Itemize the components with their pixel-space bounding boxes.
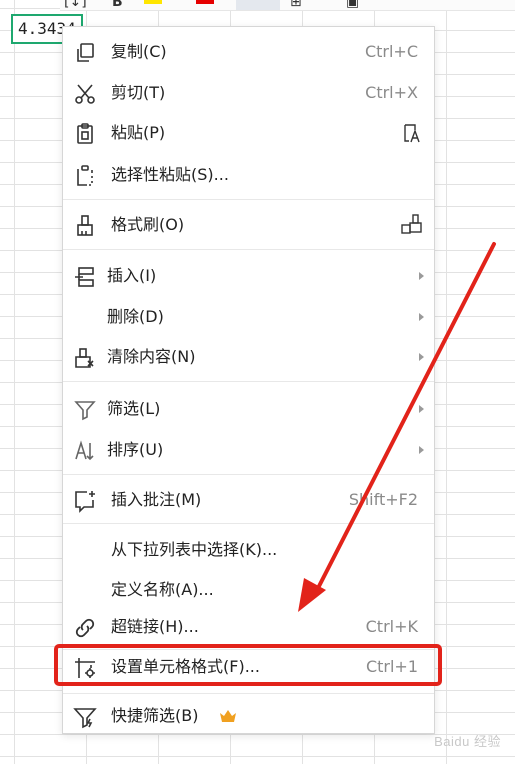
clipboard-dots-icon xyxy=(73,164,97,188)
watermark: Baidu 经验 xyxy=(434,734,501,749)
menu-item-paste-special[interactable]: 选择性粘贴(S)... xyxy=(63,155,434,195)
menu-separator xyxy=(63,381,434,382)
menu-item-shortcut: Ctrl+C xyxy=(364,42,418,61)
menu-item-paste[interactable]: 粘贴(P) xyxy=(63,113,434,153)
menu-item-shortcut: Ctrl+X xyxy=(365,83,418,102)
menu-item-pick-from-list[interactable]: 从下拉列表中选择(K)... xyxy=(63,530,434,570)
menu-separator xyxy=(63,693,434,694)
menu-item-label: 快捷筛选(B) xyxy=(111,706,199,725)
menu-item-define-name[interactable]: 定义名称(A)... xyxy=(63,570,434,610)
menu-item-label: 插入批注(M) xyxy=(111,490,202,509)
menu-item-hyperlink[interactable]: 超链接(H)... Ctrl+K xyxy=(63,607,434,647)
selection-icon[interactable]: [↕] xyxy=(64,0,87,10)
fill-dropdown[interactable] xyxy=(236,0,280,10)
bold-icon[interactable]: B xyxy=(112,0,123,10)
paste-format-icon[interactable] xyxy=(400,121,424,145)
menu-item-label: 选择性粘贴(S)... xyxy=(111,165,229,184)
eraser-icon xyxy=(73,346,97,370)
crown-icon xyxy=(219,708,237,722)
link-icon xyxy=(73,616,97,640)
menu-item-label: 设置单元格格式(F)... xyxy=(111,657,260,676)
sort-icon xyxy=(73,439,97,463)
submenu-arrow-icon xyxy=(419,353,424,361)
submenu-arrow-icon xyxy=(419,405,424,413)
merge-icon[interactable]: ▣ xyxy=(346,0,359,10)
menu-item-label: 定义名称(A)... xyxy=(111,580,214,599)
menu-item-filter[interactable]: 筛选(L) xyxy=(63,389,434,429)
menu-item-shortcut: Ctrl+1 xyxy=(365,657,418,676)
insert-rows-icon xyxy=(73,265,97,289)
brush-icon xyxy=(73,214,97,238)
font-color-icon[interactable] xyxy=(196,0,214,4)
menu-item-label: 超链接(H)... xyxy=(111,617,199,636)
border-icon[interactable]: ⊞ xyxy=(290,0,302,10)
funnel-icon xyxy=(73,398,97,422)
menu-item-quick-filter[interactable]: 快捷筛选(B) xyxy=(63,696,434,736)
menu-item-sort[interactable]: 排序(U) xyxy=(63,430,434,470)
menu-separator xyxy=(63,474,434,475)
menu-item-label: 筛选(L) xyxy=(107,399,161,418)
menu-item-insert[interactable]: 插入(I) xyxy=(63,256,434,296)
menu-item-shortcut: Ctrl+K xyxy=(365,617,418,636)
menu-item-label: 清除内容(N) xyxy=(107,347,196,366)
menu-item-insert-comment[interactable]: 插入批注(M) Shift+F2 xyxy=(63,480,434,520)
menu-item-format-painter[interactable]: 格式刷(O) xyxy=(63,205,434,245)
highlight-color-icon[interactable] xyxy=(144,0,162,4)
menu-item-label: 排序(U) xyxy=(107,440,164,459)
menu-item-label: 复制(C) xyxy=(111,42,167,61)
menu-item-delete[interactable]: 删除(D) xyxy=(63,297,434,337)
menu-item-copy[interactable]: 复制(C) Ctrl+C xyxy=(63,32,434,72)
copy-icon xyxy=(73,41,97,65)
menu-item-label: 删除(D) xyxy=(107,307,164,326)
format-painter-brush-icon[interactable] xyxy=(400,213,424,237)
menu-item-label: 剪切(T) xyxy=(111,83,166,102)
menu-item-label: 粘贴(P) xyxy=(111,123,166,142)
menu-separator xyxy=(63,523,434,524)
submenu-arrow-icon xyxy=(419,313,424,321)
menu-item-clear-contents[interactable]: 清除内容(N) xyxy=(63,337,434,377)
menu-item-label: 格式刷(O) xyxy=(111,215,185,234)
menu-item-cut[interactable]: 剪切(T) Ctrl+X xyxy=(63,73,434,113)
menu-separator xyxy=(63,249,434,250)
menu-item-format-cells[interactable]: 设置单元格格式(F)... Ctrl+1 xyxy=(63,647,434,687)
submenu-arrow-icon xyxy=(419,272,424,280)
menu-item-label: 从下拉列表中选择(K)... xyxy=(111,540,278,559)
funnel-lightning-icon xyxy=(73,705,97,729)
cell-format-gear-icon xyxy=(73,656,97,680)
submenu-arrow-icon xyxy=(419,446,424,454)
context-menu: 复制(C) Ctrl+C 剪切(T) Ctrl+X 粘贴(P) 选择性粘贴(S)… xyxy=(62,26,435,734)
menu-item-shortcut: Shift+F2 xyxy=(348,490,418,509)
scissors-icon xyxy=(73,82,97,106)
comment-add-icon xyxy=(73,489,97,513)
menu-item-label: 插入(I) xyxy=(107,266,157,285)
clipboard-icon xyxy=(73,122,97,146)
menu-separator xyxy=(63,199,434,200)
toolbar-strip: [↕] B ⊞ ▣ xyxy=(60,0,515,11)
